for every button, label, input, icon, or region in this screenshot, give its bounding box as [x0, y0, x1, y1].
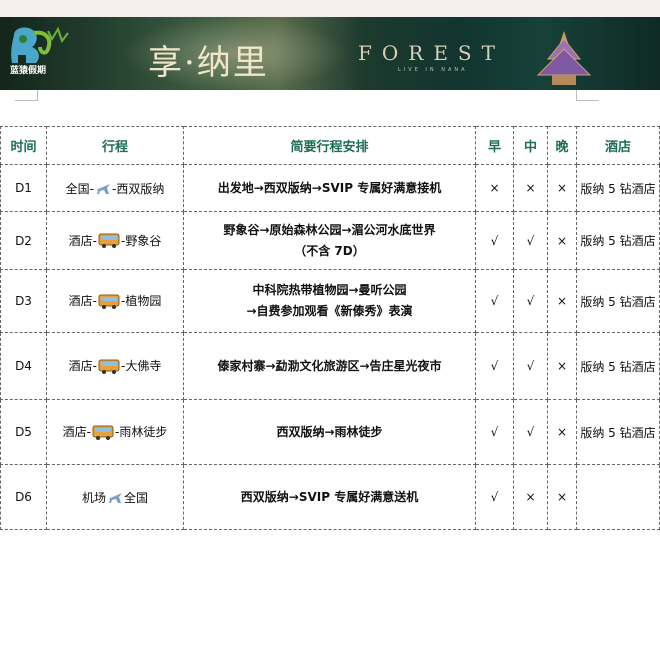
day-cell: D3	[0, 269, 47, 333]
breakfast-cell: √	[475, 464, 514, 530]
lunch-cell: √	[513, 211, 548, 270]
route-cell: 全国- -西双版纳	[46, 164, 184, 212]
route-from: 机场	[81, 490, 106, 505]
header-breakfast: 早	[475, 126, 514, 165]
banner-forest-text: FOREST	[358, 41, 505, 65]
breakfast-cell: √	[475, 399, 514, 465]
route-to: -雨林徒步	[115, 425, 168, 440]
plan-line: （不含 7D）	[294, 243, 365, 258]
itinerary-table: 时间 行程 简要行程安排 早 中 晚 酒店 D1 全国- -西双版纳 出发地→西双…	[0, 126, 660, 530]
table-row: D4 酒店- -大佛寺 傣家村寨→勐泐文化旅游区→告庄星光夜市 √ √ × 版纳 …	[0, 332, 660, 400]
brand-logo-text: 蓝猿假期	[10, 66, 47, 76]
route-to: -大佛寺	[121, 359, 162, 374]
bus-icon	[98, 359, 120, 374]
table-row: D2 酒店- -野象谷 野象谷→原始森林公园→湄公河水底世界 （不含 7D） √ …	[0, 211, 660, 270]
temple-icon	[536, 31, 592, 85]
page-corner-mark	[576, 90, 599, 101]
plan-cell: 西双版纳→雨林徒步	[183, 399, 476, 465]
top-strip	[0, 0, 660, 17]
route-cell: 酒店- -大佛寺	[46, 332, 184, 400]
header-plan: 简要行程安排	[183, 126, 476, 165]
header-dinner: 晚	[547, 126, 577, 165]
breakfast-cell: √	[475, 211, 514, 270]
dinner-cell: ×	[547, 332, 577, 400]
header-lunch: 中	[513, 126, 548, 165]
table-row: D6 机场 全国 西双版纳→SVIP 专属好满意送机 √ × ×	[0, 464, 660, 530]
hotel-cell: 版纳 5 钻酒店	[576, 269, 660, 333]
day-cell: D6	[0, 464, 47, 530]
header-banner: 蓝猿假期 享·纳里 FOREST LIVE IN NANA	[0, 17, 660, 90]
table-row: D3 酒店- -植物园 中科院热带植物园→曼听公园 →自费参加观看《新傣秀》表演 …	[0, 269, 660, 333]
lunch-cell: √	[513, 269, 548, 333]
lunch-cell: ×	[513, 164, 548, 212]
table-row: D5 酒店- -雨林徒步 西双版纳→雨林徒步 √ √ × 版纳 5 钻酒店	[0, 399, 660, 465]
route-from: 全国-	[65, 181, 94, 196]
route-cell: 酒店- -野象谷	[46, 211, 184, 270]
hotel-cell	[576, 464, 660, 530]
lunch-cell: √	[513, 332, 548, 400]
dinner-cell: ×	[547, 464, 577, 530]
route-to: 全国	[124, 490, 149, 505]
hotel-cell: 版纳 5 钻酒店	[576, 399, 660, 465]
route-to: -野象谷	[121, 233, 162, 248]
route-from: 酒店-	[62, 425, 91, 440]
page-corner-mark	[15, 90, 38, 101]
dinner-cell: ×	[547, 269, 577, 333]
banner-title: 享·纳里	[148, 43, 269, 83]
header-time: 时间	[0, 126, 47, 165]
dinner-cell: ×	[547, 211, 577, 270]
dinner-cell: ×	[547, 399, 577, 465]
route-cell: 酒店- -植物园	[46, 269, 184, 333]
lunch-cell: √	[513, 399, 548, 465]
route-to: -西双版纳	[112, 181, 165, 196]
plan-line: 出发地→西双版纳→SVIP 专属好满意接机	[217, 180, 442, 195]
hotel-cell: 版纳 5 钻酒店	[576, 164, 660, 212]
table-header-row: 时间 行程 简要行程安排 早 中 晚 酒店	[0, 126, 660, 165]
header-route: 行程	[46, 126, 184, 165]
hotel-cell: 版纳 5 钻酒店	[576, 211, 660, 270]
plan-cell: 西双版纳→SVIP 专属好满意送机	[183, 464, 476, 530]
bus-icon	[98, 294, 120, 309]
plane-icon	[108, 493, 122, 503]
table-row: D1 全国- -西双版纳 出发地→西双版纳→SVIP 专属好满意接机 × × × …	[0, 164, 660, 212]
route-from: 酒店-	[68, 359, 97, 374]
banner-forest-subtitle: LIVE IN NANA	[398, 67, 468, 73]
bus-icon	[92, 425, 114, 440]
plan-line: 中科院热带植物园→曼听公园	[252, 283, 407, 297]
plan-cell: 出发地→西双版纳→SVIP 专属好满意接机	[183, 164, 476, 212]
breakfast-cell: √	[475, 269, 514, 333]
route-from: 酒店-	[68, 294, 97, 309]
day-cell: D1	[0, 164, 47, 212]
hotel-cell: 版纳 5 钻酒店	[576, 332, 660, 400]
route-cell: 机场 全国	[46, 464, 184, 530]
lunch-cell: ×	[513, 464, 548, 530]
route-cell: 酒店- -雨林徒步	[46, 399, 184, 465]
elephant-logo-icon	[11, 26, 69, 63]
route-from: 酒店-	[68, 233, 97, 248]
breakfast-cell: ×	[475, 164, 514, 212]
header-hotel: 酒店	[576, 126, 660, 165]
dinner-cell: ×	[547, 164, 577, 212]
plan-cell: 野象谷→原始森林公园→湄公河水底世界 （不含 7D）	[183, 211, 476, 270]
plane-icon	[96, 184, 110, 194]
plan-cell: 傣家村寨→勐泐文化旅游区→告庄星光夜市	[183, 332, 476, 400]
route-to: -植物园	[121, 294, 162, 309]
plan-line: 西双版纳→雨林徒步	[276, 424, 383, 439]
plan-line: →自费参加观看《新傣秀》表演	[246, 304, 413, 318]
breakfast-cell: √	[475, 332, 514, 400]
day-cell: D2	[0, 211, 47, 270]
day-cell: D4	[0, 332, 47, 400]
bus-icon	[98, 233, 120, 249]
plan-line: 野象谷→原始森林公园→湄公河水底世界	[223, 222, 436, 237]
plan-line: 西双版纳→SVIP 专属好满意送机	[240, 489, 419, 504]
plan-cell: 中科院热带植物园→曼听公园 →自费参加观看《新傣秀》表演	[183, 269, 476, 333]
day-cell: D5	[0, 399, 47, 465]
plan-line: 傣家村寨→勐泐文化旅游区→告庄星光夜市	[217, 358, 442, 373]
